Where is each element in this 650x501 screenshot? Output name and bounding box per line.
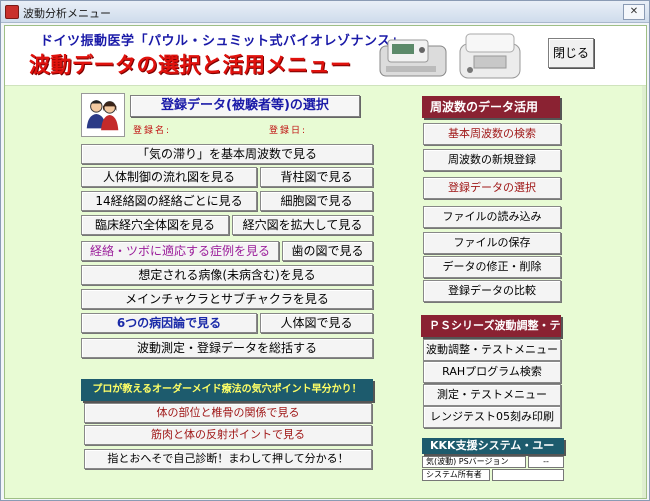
assumed-disease-button[interactable]: 想定される病像(未病含む)を見る: [81, 265, 373, 285]
body-vertebra-button[interactable]: 体の部位と椎骨の関係で見る: [84, 403, 372, 423]
clinical-acupoints-button[interactable]: 臨床経穴全体図を見る: [81, 215, 229, 235]
app-window: 波動分析メニュー ✕ ドイツ振動医学「パウル・シュミット式バイオレゾナンス」 波…: [0, 0, 650, 501]
human-body-chart-button[interactable]: 人体図で見る: [260, 313, 373, 333]
registration-name-label: 登録名:: [133, 126, 172, 136]
meridian-cases-button[interactable]: 経絡・ツボに適応する症例を見る: [81, 241, 279, 261]
six-etiology-button[interactable]: 6つの病因論で見る: [81, 313, 257, 333]
data-edit-button[interactable]: データの修正・削除: [423, 256, 561, 278]
page-subtitle: ドイツ振動医学「パウル・シュミット式バイオレゾナンス」: [40, 34, 405, 49]
ps-section-header: ＰＳシリーズ波動調整・テスト: [421, 315, 561, 354]
window-title: 波動分析メニュー: [23, 7, 111, 20]
close-button[interactable]: 閉じる: [548, 38, 594, 68]
ki-stagnation-button[interactable]: 「気の滞り」を基本周波数で見る: [81, 144, 373, 164]
body-control-flow-button[interactable]: 人体制御の流れ図を見る: [81, 167, 257, 187]
chakra-button[interactable]: メインチャクラとサブチャクラを見る: [81, 289, 373, 309]
window-close-button[interactable]: ✕: [623, 4, 645, 20]
kkk-section-header: KKK支援システム・ユーザー: [422, 438, 564, 468]
ps-version-value: --: [528, 456, 564, 468]
file-save-button[interactable]: ファイルの保存: [423, 232, 561, 254]
promo-section-header: プロが教えるオーダーメイド療法の気穴ポイント早分かり！: [81, 379, 373, 401]
spine-chart-button[interactable]: 背柱図で見る: [260, 167, 373, 187]
system-owner-label: システム所有者: [422, 469, 490, 481]
freq-register-button[interactable]: 周波数の新規登録: [423, 149, 561, 171]
select-registration-button[interactable]: 登録データ(被験者等)の選択: [130, 95, 360, 117]
cell-chart-button[interactable]: 細胞図で見る: [260, 191, 373, 211]
meridian-14-button[interactable]: 14経絡図の経絡ごとに見る: [81, 191, 257, 211]
acupoint-zoom-button[interactable]: 経穴図を拡大して見る: [232, 215, 373, 235]
file-load-button[interactable]: ファイルの読み込み: [423, 206, 561, 228]
page-title: 波動データの選択と活用メニュー: [29, 52, 352, 77]
ps-version-label: 気(波動) PSバージョン: [422, 456, 526, 468]
users-avatar-icon: [81, 93, 125, 137]
measure-test-menu-button[interactable]: 測定・テストメニュー: [423, 384, 561, 406]
frequency-section-header: 周波数のデータ活用: [422, 96, 560, 118]
rah-program-search-button[interactable]: RAHプログラム検索: [423, 361, 561, 383]
app-icon: [5, 5, 19, 19]
header-band: ドイツ振動医学「パウル・シュミット式バイオレゾナンス」 波動データの選択と活用メ…: [5, 26, 646, 86]
freq-search-button[interactable]: 基本周波数の検索: [423, 123, 561, 145]
muscle-reflex-button[interactable]: 筋肉と体の反射ポイントで見る: [84, 425, 372, 445]
registration-date-label: 登録日:: [269, 126, 308, 136]
summary-button[interactable]: 波動測定・登録データを総括する: [81, 338, 373, 358]
system-owner-value: [492, 469, 564, 481]
freq-select-data-button[interactable]: 登録データの選択: [423, 177, 561, 199]
ps-adjust-menu-button[interactable]: 波動調整・テストメニュー: [423, 339, 561, 361]
scroll-strip: [642, 86, 646, 498]
title-bar[interactable]: 波動分析メニュー ✕: [1, 1, 649, 23]
finger-navel-diagnosis-button[interactable]: 指とおへそで自己診断！まわして押して分かる！: [84, 449, 372, 469]
data-compare-button[interactable]: 登録データの比較: [423, 280, 561, 302]
device-image-2: [459, 33, 521, 79]
device-image-1: [379, 39, 447, 77]
tooth-chart-button[interactable]: 歯の図で見る: [282, 241, 373, 261]
range-test-print-button[interactable]: レンジテスト05刻み印刷: [423, 406, 561, 428]
